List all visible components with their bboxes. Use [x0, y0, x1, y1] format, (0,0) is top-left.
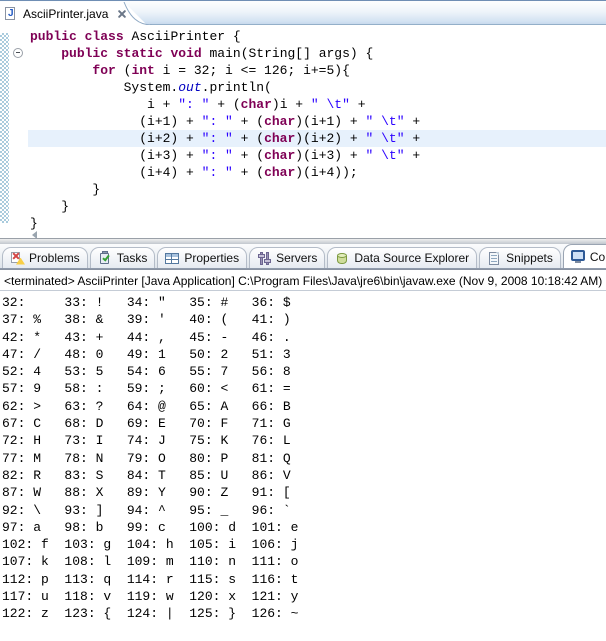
code-line[interactable]: (i+4) + ": " + (char)(i+4)); [0, 164, 606, 181]
code-line[interactable]: } [0, 215, 606, 232]
code-text: public class AsciiPrinter { [28, 28, 241, 45]
eclipse-window: J AsciiPrinter.java public class AsciiPr… [0, 0, 606, 641]
code-text: } [28, 215, 38, 232]
code-line[interactable]: } [0, 181, 606, 198]
fold-collapse-icon[interactable] [13, 48, 23, 58]
tab-console[interactable]: Console [563, 244, 606, 268]
code-line[interactable]: for (int i = 32; i <= 126; i+=5){ [0, 62, 606, 79]
code-text: (i+4) + ": " + (char)(i+4)); [28, 164, 358, 181]
tab-label: Problems [29, 251, 80, 265]
tab-label: Console [590, 250, 606, 264]
properties-icon [165, 251, 180, 266]
servers-icon [257, 251, 272, 266]
code-text: (i+2) + ": " + (char)(i+2) + " \t" + [28, 130, 606, 147]
tab-label: Tasks [117, 251, 148, 265]
code-text: } [28, 198, 69, 215]
close-icon[interactable] [116, 8, 128, 20]
code-line[interactable]: (i+3) + ": " + (char)(i+3) + " \t" + [0, 147, 606, 164]
problems-icon [10, 251, 25, 266]
code-area: public class AsciiPrinter { public stati… [0, 28, 606, 232]
code-line[interactable]: i + ": " + (char)i + " \t" + [0, 96, 606, 113]
code-line[interactable]: System.out.println( [0, 79, 606, 96]
code-text: (i+1) + ": " + (char)(i+1) + " \t" + [28, 113, 420, 130]
range-indicator [0, 33, 9, 223]
tab-label: Data Source Explorer [354, 251, 469, 265]
console-status-line: <terminated> AsciiPrinter [Java Applicat… [0, 269, 606, 291]
java-file-icon-letter: J [8, 8, 14, 19]
tab-tasks[interactable]: Tasks [90, 247, 156, 268]
console-output[interactable]: 32: 33: ! 34: " 35: # 36: $ 37: % 38: & … [0, 291, 606, 641]
code-text: } [28, 181, 100, 198]
code-text: i + ": " + (char)i + " \t" + [28, 96, 366, 113]
tab-snippets[interactable]: Snippets [479, 247, 561, 268]
code-text: (i+3) + ": " + (char)(i+3) + " \t" + [28, 147, 420, 164]
code-line[interactable]: public class AsciiPrinter { [0, 28, 606, 45]
code-line[interactable]: } [0, 198, 606, 215]
java-file-icon: J [4, 7, 19, 22]
console-icon [571, 249, 586, 264]
snippets-icon [487, 251, 502, 266]
tasks-icon [98, 251, 113, 266]
tab-label: Properties [184, 251, 239, 265]
code-line[interactable]: (i+1) + ": " + (char)(i+1) + " \t" + [0, 113, 606, 130]
code-line[interactable]: (i+2) + ": " + (char)(i+2) + " \t" + [0, 130, 606, 147]
editor-tabbar: J AsciiPrinter.java [0, 0, 606, 25]
code-editor[interactable]: public class AsciiPrinter { public stati… [0, 25, 606, 238]
tab-label: Snippets [506, 251, 553, 265]
tab-data-source-explorer[interactable]: Data Source Explorer [327, 247, 477, 268]
code-text: for (int i = 32; i <= 126; i+=5){ [28, 62, 350, 79]
tab-properties[interactable]: Properties [157, 247, 247, 268]
dse-icon [335, 251, 350, 266]
tab-label: Servers [276, 251, 317, 265]
code-line[interactable]: public static void main(String[] args) { [0, 45, 606, 62]
view-tabbar: Problems Tasks Properties Servers Data Sourc… [0, 244, 606, 269]
tab-problems[interactable]: Problems [2, 247, 88, 268]
code-text: System.out.println( [28, 79, 272, 96]
tab-servers[interactable]: Servers [249, 247, 325, 268]
editor-tab-asciiprinter[interactable]: J AsciiPrinter.java [0, 2, 150, 26]
editor-tab-title: AsciiPrinter.java [23, 7, 108, 21]
code-text: public static void main(String[] args) { [28, 45, 373, 62]
